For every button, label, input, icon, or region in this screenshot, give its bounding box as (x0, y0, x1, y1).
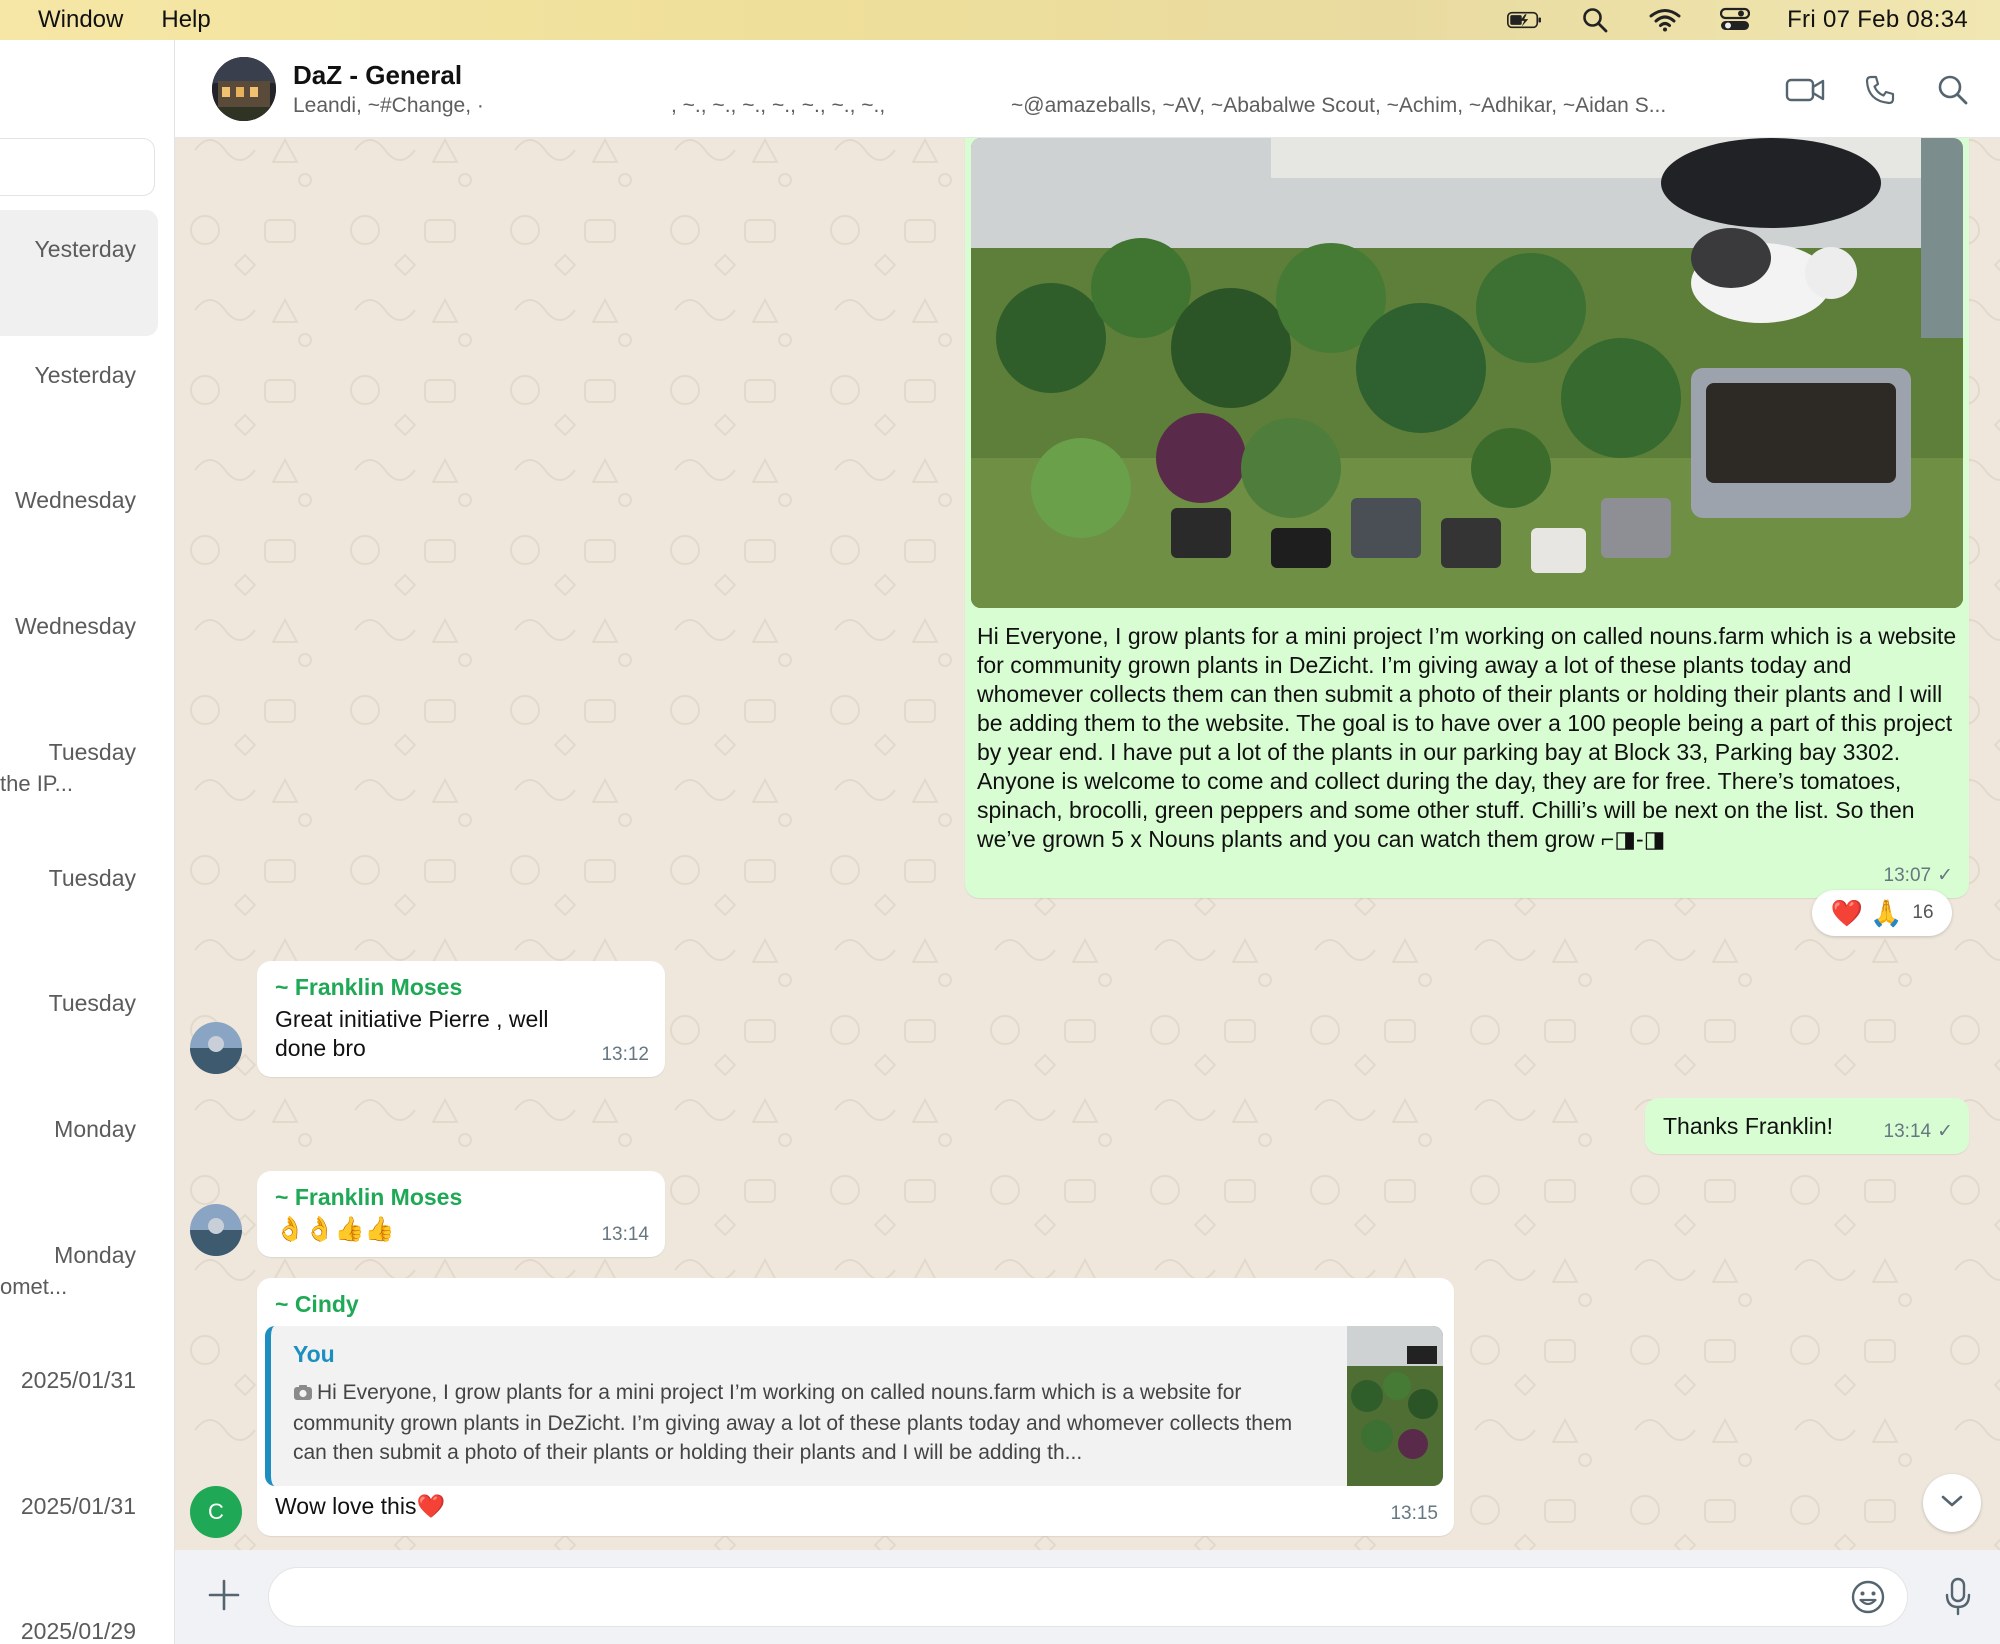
quoted-photo-thumbnail (1347, 1326, 1443, 1486)
chat-list-item[interactable]: Tuesday the IP... (0, 713, 158, 839)
sender-name[interactable]: ~ Franklin Moses (275, 973, 462, 1002)
franklin-avatar[interactable] (190, 1022, 242, 1074)
voice-call-icon[interactable] (1858, 68, 1902, 112)
sent-check-icon: ✓ (1937, 865, 1953, 886)
message-time: 13:15 (1390, 1503, 1438, 1524)
menu-help[interactable]: Help (161, 6, 210, 34)
camera-icon (293, 1380, 313, 1409)
chat-list-item[interactable]: Monday omet... (0, 1216, 158, 1342)
emoji-icon[interactable] (1848, 1577, 1888, 1617)
chat-list-item[interactable]: Yesterday (0, 210, 158, 336)
chat-search-field[interactable] (0, 138, 155, 196)
chat-time: Monday (54, 1116, 136, 1142)
battery-charging-icon[interactable] (1507, 6, 1543, 34)
chat-list-item[interactable]: Wednesday (0, 461, 158, 587)
quoted-text-body: Hi Everyone, I grow plants for a mini pr… (293, 1381, 1293, 1464)
message-meta: 13:07 ✓ (1884, 861, 1953, 890)
message-time: 13:12 (601, 1044, 649, 1065)
menu-bar-clock[interactable]: Fri 07 Feb 08:34 (1787, 6, 1968, 34)
message-text: 👌👌👍👍 (275, 1216, 395, 1243)
chat-time: Tuesday (48, 990, 136, 1016)
chat-list-item[interactable]: Tuesday (0, 839, 158, 965)
chat-time: Wednesday (14, 487, 136, 513)
chat-list-item[interactable]: Monday (0, 1090, 158, 1216)
sent-check-icon: ✓ (1937, 1121, 1953, 1142)
outgoing-message[interactable]: Thanks Franklin! 13:14 ✓ (1645, 1098, 1969, 1154)
menu-window[interactable]: Window (38, 6, 123, 34)
franklin-avatar[interactable] (190, 1204, 242, 1256)
group-name: DaZ - General (293, 60, 463, 90)
message-meta: 13:15 (1390, 1499, 1438, 1528)
attach-plus-button[interactable] (199, 1572, 249, 1622)
message-reactions[interactable]: ❤️ 🙏 16 (1812, 890, 1952, 936)
message-meta: 13:14 (601, 1220, 649, 1249)
chat-time: 2025/01/31 (20, 1367, 136, 1393)
incoming-reply-message[interactable]: ~ Cindy You Hi Everyone, I grow plants f… (257, 1278, 1454, 1536)
sender-name[interactable]: ~ Cindy (275, 1290, 359, 1319)
message-text: Thanks Franklin! (1663, 1113, 1834, 1139)
members-segment: Leandi, ~#Change, · (293, 94, 484, 117)
message-time: 13:14 (601, 1224, 649, 1245)
group-avatar[interactable] (212, 57, 276, 121)
photo-caption: Hi Everyone, I grow plants for a mini pr… (977, 623, 1957, 852)
reaction-count: 16 (1912, 902, 1934, 923)
chat-list-item[interactable]: 2025/01/31 (0, 1467, 158, 1593)
incoming-message[interactable]: ~ Franklin Moses 👌👌👍👍 13:14 (257, 1171, 665, 1257)
outgoing-photo-message[interactable]: Hi Everyone, I grow plants for a mini pr… (965, 138, 1969, 898)
wifi-icon[interactable] (1647, 6, 1683, 34)
quoted-author: You (293, 1341, 335, 1367)
spotlight-search-icon[interactable] (1577, 6, 1613, 34)
chat-list-item[interactable]: 2025/01/29 (0, 1592, 158, 1644)
chevron-down-icon (1940, 1493, 1964, 1514)
conversation-panel: DaZ - General Leandi, ~#Change, · , ~., … (175, 40, 2000, 1644)
quoted-text: Hi Everyone, I grow plants for a mini pr… (293, 1378, 1323, 1467)
message-input[interactable] (268, 1567, 1908, 1627)
chat-time: Wednesday (14, 613, 136, 639)
quoted-message[interactable]: You Hi Everyone, I grow plants for a min… (265, 1326, 1443, 1486)
message-text: Wow love this❤️ (275, 1493, 446, 1519)
incoming-message[interactable]: ~ Franklin Moses Great initiative Pierre… (257, 961, 665, 1077)
scroll-to-bottom-button[interactable] (1923, 1474, 1981, 1532)
control-center-icon[interactable] (1717, 6, 1753, 34)
message-meta: 13:12 (601, 1040, 649, 1069)
chat-time: Tuesday (48, 865, 136, 891)
sender-name[interactable]: ~ Franklin Moses (275, 1183, 462, 1212)
shared-photo-plants[interactable] (971, 138, 1963, 608)
chat-time: Yesterday (34, 362, 136, 388)
video-call-icon[interactable] (1783, 68, 1827, 112)
chat-time: 2025/01/31 (20, 1493, 136, 1519)
chat-snippet: omet... (0, 1274, 68, 1299)
plants-photo-image (971, 138, 1963, 608)
search-icon[interactable] (1931, 68, 1975, 112)
chat-time: Monday (54, 1242, 136, 1268)
chat-time: Tuesday (48, 739, 136, 765)
message-composer (175, 1550, 2000, 1644)
chat-time: Yesterday (34, 236, 136, 262)
chat-list-item[interactable]: Wednesday (0, 587, 158, 713)
members-segment: ~@amazeballs, ~AV, ~Ababalwe Scout, ~Ach… (1011, 94, 1667, 117)
reaction-emojis: ❤️ 🙏 (1830, 897, 1903, 928)
message-time: 13:07 (1883, 865, 1932, 886)
chat-snippet: the IP... (0, 771, 73, 796)
chat-list-sidebar: Yesterday Yesterday Wednesday Wednesday … (0, 40, 175, 1644)
chat-time: 2025/01/29 (20, 1618, 136, 1644)
whatsapp-window: Yesterday Yesterday Wednesday Wednesday … (0, 40, 2000, 1644)
message-time: 13:14 (1883, 1121, 1932, 1142)
chat-list-item[interactable]: 2025/01/31 (0, 1341, 158, 1467)
microphone-icon[interactable] (1933, 1572, 1983, 1622)
members-segment: , ~., ~., ~., ~., ~., ~., ~., (671, 94, 886, 117)
message-text: Great initiative Pierre , well done bro (275, 1006, 549, 1061)
chat-header[interactable]: DaZ - General Leandi, ~#Change, · , ~., … (175, 40, 2000, 138)
menu-bar-status: Fri 07 Feb 08:34 (1507, 0, 1968, 40)
chat-list-item[interactable]: Tuesday (0, 964, 158, 1090)
message-meta: 13:14 ✓ (1884, 1117, 1953, 1146)
menu-bar: Window Help Fri 07 Feb 08:34 (0, 0, 2000, 40)
cindy-avatar[interactable]: C (190, 1486, 242, 1538)
chat-list-item[interactable]: Yesterday (0, 336, 158, 462)
plus-icon (207, 1578, 241, 1617)
